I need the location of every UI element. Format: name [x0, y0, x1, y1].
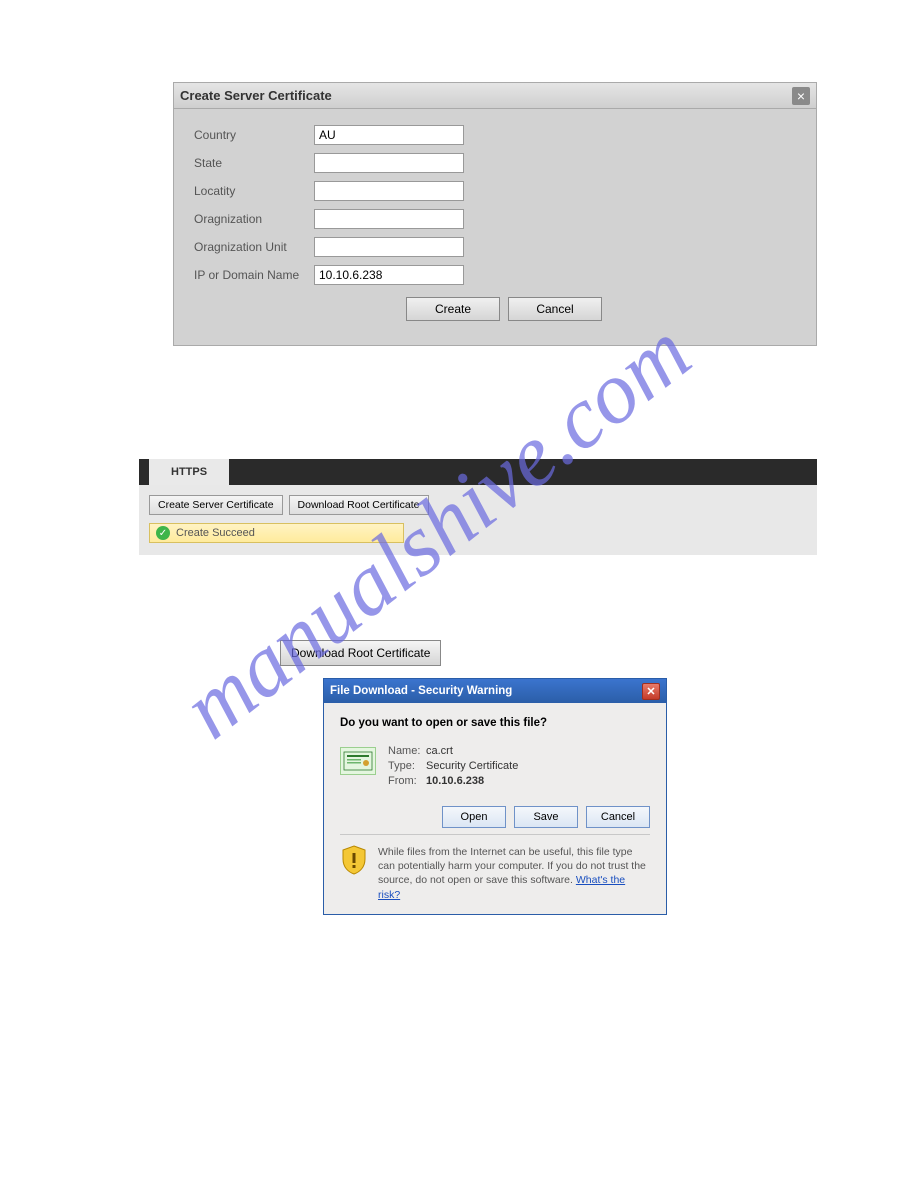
download-button-wrap: Download Root Certificate: [280, 640, 441, 666]
create-server-cert-button[interactable]: Create Server Certificate: [149, 495, 283, 515]
label-organization-unit: Oragnization Unit: [194, 240, 314, 254]
fd-title: File Download - Security Warning: [330, 685, 642, 697]
fd-details: Name:ca.crt Type:Security Certificate Fr…: [388, 745, 518, 790]
fd-body: Do you want to open or save this file? N…: [324, 703, 666, 914]
cancel-button[interactable]: Cancel: [508, 297, 602, 321]
cancel-button[interactable]: Cancel: [586, 806, 650, 828]
dialog-title: Create Server Certificate: [180, 88, 792, 103]
form-row-organization: Oragnization: [194, 209, 796, 229]
close-icon[interactable]: ×: [792, 87, 810, 105]
form-row-locality: Locatity: [194, 181, 796, 201]
label-type: Type:: [388, 760, 426, 772]
input-state[interactable]: [314, 153, 464, 173]
save-button[interactable]: Save: [514, 806, 578, 828]
form-row-country: Country: [194, 125, 796, 145]
download-root-cert-button[interactable]: Download Root Certificate: [289, 495, 429, 515]
label-name: Name:: [388, 745, 426, 757]
create-server-cert-dialog: Create Server Certificate × Country Stat…: [173, 82, 817, 346]
fd-titlebar: File Download - Security Warning ✕: [324, 679, 666, 703]
value-name: ca.crt: [426, 745, 453, 757]
close-icon[interactable]: ✕: [642, 683, 660, 700]
fd-prompt: Do you want to open or save this file?: [340, 717, 650, 729]
dialog-body: Country State Locatity Oragnization Orag…: [174, 109, 816, 345]
status-strip: ✓ Create Succeed: [149, 523, 404, 543]
https-tab-panel: HTTPS Create Server Certificate Download…: [139, 459, 817, 555]
download-root-cert-big-button[interactable]: Download Root Certificate: [280, 640, 441, 666]
form-row-state: State: [194, 153, 796, 173]
button-row: Create Cancel: [406, 297, 796, 321]
tab-button-row: Create Server Certificate Download Root …: [149, 495, 807, 515]
label-locality: Locatity: [194, 184, 314, 198]
form-row-ip-domain: IP or Domain Name: [194, 265, 796, 285]
create-button[interactable]: Create: [406, 297, 500, 321]
value-type: Security Certificate: [426, 760, 518, 772]
label-state: State: [194, 156, 314, 170]
label-country: Country: [194, 128, 314, 142]
fd-warning-text: While files from the Internet can be use…: [378, 845, 650, 902]
success-icon: ✓: [156, 526, 170, 540]
fd-info: Name:ca.crt Type:Security Certificate Fr…: [340, 745, 650, 790]
input-organization[interactable]: [314, 209, 464, 229]
input-country[interactable]: [314, 125, 464, 145]
tab-body: Create Server Certificate Download Root …: [139, 485, 817, 555]
label-from: From:: [388, 775, 426, 787]
dialog-titlebar: Create Server Certificate ×: [174, 83, 816, 109]
input-organization-unit[interactable]: [314, 237, 464, 257]
input-ip-domain[interactable]: [314, 265, 464, 285]
label-ip-domain: IP or Domain Name: [194, 268, 314, 282]
tab-bar: HTTPS: [139, 459, 817, 485]
input-locality[interactable]: [314, 181, 464, 201]
file-download-dialog: File Download - Security Warning ✕ Do yo…: [323, 678, 667, 915]
certificate-icon: [340, 747, 376, 775]
label-organization: Oragnization: [194, 212, 314, 226]
open-button[interactable]: Open: [442, 806, 506, 828]
tab-https[interactable]: HTTPS: [149, 459, 229, 485]
shield-icon: [340, 845, 368, 875]
fd-warning: While files from the Internet can be use…: [340, 834, 650, 902]
value-from: 10.10.6.238: [426, 775, 484, 787]
form-row-organization-unit: Oragnization Unit: [194, 237, 796, 257]
status-text: Create Succeed: [176, 527, 255, 539]
fd-button-row: Open Save Cancel: [340, 806, 650, 828]
